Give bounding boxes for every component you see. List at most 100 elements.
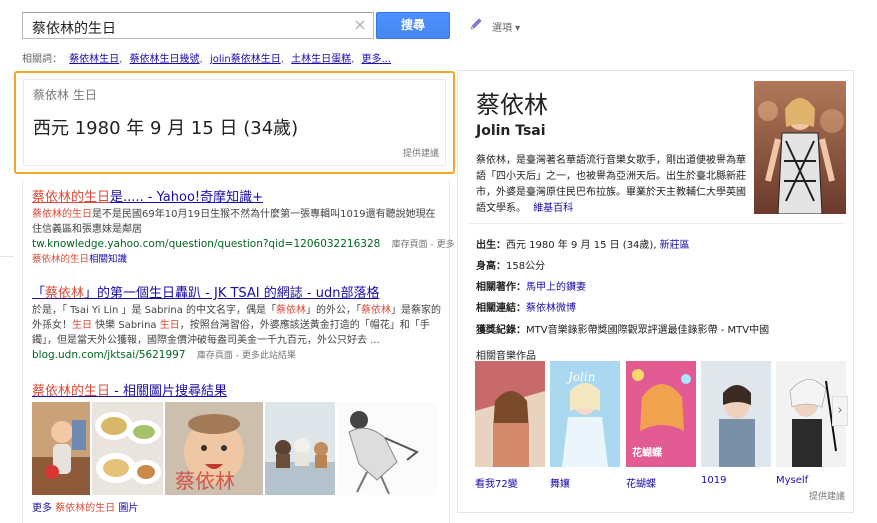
related-link[interactable]: 蔡依林生日 [69,54,119,65]
snippet-highlight: 蔡依林 [276,305,307,316]
kp-name: 蔡依林 [476,91,548,119]
options-menu[interactable]: 選項 ▾ [492,19,520,34]
search-button[interactable]: 搜尋 [376,12,450,39]
search-result: 「蔡依林」的第一個生日轟趴 - JK TSAI 的網誌 - udn部落格 於是，… [32,282,442,364]
fact-value: 158公分 [506,261,546,272]
result-url-text: tw.knowledge.yahoo.com/question/question… [32,238,381,250]
snippet-highlight: 蔡依林 [361,305,392,316]
snippet-text: 快樂 Sabrina [92,320,160,331]
result-title-link[interactable]: 蔡依林的生日是..... - Yahoo!奇摩知識+ [32,186,442,205]
kp-fact-height: 身高：158公分 [476,257,545,272]
wikipedia-link[interactable]: 維基百科 [533,203,573,214]
result-title-text: 」的第一個生日轟趴 - JK TSAI 的網誌 - udn部落格 [84,286,380,301]
result-url: tw.knowledge.yahoo.com/question/question… [32,238,455,250]
kp-fact-works: 相關著作：馬甲上的鑽妻 [476,278,586,293]
album-cover[interactable]: 花蝴蝶 [626,361,696,467]
result-image-thumb[interactable]: 蔡依林 [165,402,263,495]
more-link[interactable]: 更多此站結果 [242,351,296,361]
kp-albums-title: 相關音樂作品 [476,351,536,362]
search-input[interactable] [22,12,374,39]
answer-value: 西元 1980 年 9 月 15 日 (34歲) [33,118,299,139]
fact-label: 相關連結： [476,303,526,314]
album-label[interactable]: 舞孃 [550,475,570,490]
sublink-highlight: 蔡依林的生日 [32,254,90,265]
svg-text:花蝴蝶: 花蝴蝶 [632,446,663,459]
related-link[interactable]: 蔡依林生日幾號 [130,54,200,65]
result-image-thumb[interactable] [92,402,163,495]
related-more-link[interactable]: 更多... [361,54,391,65]
result-title-highlight: 蔡依林 [45,286,85,301]
related-link[interactable]: 土林生日蛋糕 [291,54,351,65]
kp-feedback-link[interactable]: 提供建議 [809,489,845,502]
album-label[interactable]: Myself [776,475,808,486]
result-url: blog.udn.com/jktsai/5621997 庫存頁面 - 更多此站結… [32,349,296,361]
image-strip: 蔡依林 [32,402,437,495]
album-label[interactable]: 1019 [701,475,726,486]
kp-description: 蔡依林，是臺灣著名華語流行音樂女歌手，剛出道便被譽為華語「四小天后」之一，也被譽… [476,153,748,217]
kp-english-name: Jolin Tsai [476,123,546,139]
more-images-suffix: 圖片 [118,503,139,514]
fact-label: 相關著作： [476,282,526,293]
sublink-text: 相關知識 [89,254,128,265]
image-result: 蔡依林的生日 - 相關圖片搜尋結果 [32,380,442,399]
album-label[interactable]: 花蝴蝶 [626,475,656,490]
more-images-link[interactable]: 更多 蔡依林的生日 圖片 [32,499,138,514]
album-cover[interactable] [475,361,545,467]
result-title-link[interactable]: 蔡依林的生日 - 相關圖片搜尋結果 [32,380,442,399]
kp-fact-awards: 獲獎紀錄：MTV音樂錄影帶獎國際觀眾評選最佳錄影帶 - MTV中國 [476,321,769,336]
more-images-prefix: 更多 [32,503,52,514]
results-panel: 蔡依林的生日是..... - Yahoo!奇摩知識+ 蔡依林的生日是不是民國69… [22,180,455,523]
snippet-text: 於是，「 Tsai Yi Lin 」是 Sabrina 的中文名字，偶是「 [32,305,277,316]
snippet-text: 」的外公，「 [306,305,362,316]
fact-link[interactable]: 馬甲上的鑽妻 [526,282,586,293]
clear-icon[interactable]: × [350,14,370,36]
fact-link[interactable]: 新莊區 [660,240,690,251]
related-searches: 相關詞： 蔡依林生日, 蔡依林生日幾號, jolin蔡依林生日, 土林生日蛋糕,… [22,54,392,65]
answer-feedback-link[interactable]: 提供建議 [403,146,439,159]
album-cover[interactable] [701,361,771,467]
answer-box: 蔡依林 生日 西元 1980 年 9 月 15 日 (34歲) 提供建議 [14,71,455,174]
kp-photo[interactable] [754,81,846,214]
result-snippet: 蔡依林的生日是不是民國69年10月19日生猴不然為什麼第一張專輯叫1019還有聽… [32,207,442,237]
result-title-highlight: 蔡依林的生日 [32,384,111,399]
result-url-text: blog.udn.com/jktsai/5621997 [32,349,186,361]
cache-link[interactable]: 庫存頁面 [392,240,428,250]
cache-link[interactable]: 庫存頁面 [197,351,233,361]
related-label: 相關詞： [22,54,62,65]
fact-label: 身高： [476,261,506,272]
snippet-text: 是不是民國69年10月19日生猴不然為什麼第一張專輯叫1019還有聽說她現在住信… [32,209,436,235]
result-title-text: 是..... - Yahoo!奇摩知識+ [110,190,264,205]
result-title-highlight: 蔡依林的生日 [32,190,111,205]
result-snippet: 於是，「 Tsai Yi Lin 」是 Sabrina 的中文名字，偶是「蔡依林… [32,303,442,348]
carousel-next-button[interactable]: › [832,396,848,426]
related-link[interactable]: jolin蔡依林生日 [210,54,281,65]
left-divider [0,256,14,257]
pencil-icon[interactable] [469,17,483,31]
search-result: 蔡依林的生日是..... - Yahoo!奇摩知識+ 蔡依林的生日是不是民國69… [32,186,455,267]
answer-card: 蔡依林 生日 西元 1980 年 9 月 15 日 (34歲) 提供建議 [23,79,446,166]
more-images-highlight: 蔡依林的生日 [55,503,116,514]
snippet-highlight: 生日 [72,320,92,331]
fact-label: 獲獎紀錄： [476,325,526,336]
result-title-link[interactable]: 「蔡依林」的第一個生日轟趴 - JK TSAI 的網誌 - udn部落格 [32,282,442,301]
fact-value: 西元 1980 年 9 月 15 日 (34歲), [506,240,660,251]
result-image-thumb[interactable] [337,402,437,495]
album-cover[interactable]: Jolin [550,361,620,467]
result-image-thumb[interactable] [32,402,90,495]
album-label[interactable]: 看我72變 [475,475,518,490]
result-sublink[interactable]: 蔡依林的生日相關知識 [32,253,442,267]
more-link[interactable]: 更多 [437,240,455,250]
svg-text:Jolin: Jolin [565,370,595,384]
svg-text:蔡依林: 蔡依林 [175,469,235,493]
result-title-text: - 相關圖片搜尋結果 [110,384,227,399]
fact-value: MTV音樂錄影帶獎國際觀眾評選最佳錄影帶 - MTV中國 [526,325,770,336]
fact-link[interactable]: 蔡依林微博 [526,303,576,314]
kp-description-text: 蔡依林，是臺灣著名華語流行音樂女歌手，剛出道便被譽為華語「四小天后」之一，也被譽… [476,155,746,214]
snippet-highlight: 生日 [159,320,180,331]
kp-divider [468,223,845,224]
fact-label: 出生： [476,240,506,251]
result-title-text: 「 [32,286,46,301]
answer-title: 蔡依林 生日 [33,88,97,102]
kp-fact-links: 相關連結：蔡依林微博 [476,299,576,314]
result-image-thumb[interactable] [265,402,335,495]
